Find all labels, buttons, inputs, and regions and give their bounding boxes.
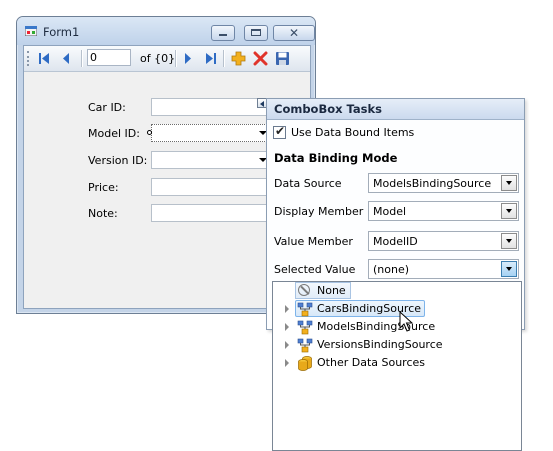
chevron-down-icon <box>506 267 512 271</box>
tree-item-models-binding-source[interactable]: ModelsBindingSource <box>273 318 519 336</box>
expand-icon[interactable] <box>285 305 289 313</box>
maximize-button[interactable] <box>244 25 268 41</box>
value-member-dropdown-button[interactable] <box>501 233 517 249</box>
data-source-dropdown-button[interactable] <box>501 175 517 191</box>
data-source-label: Data Source <box>274 177 342 190</box>
minimize-icon <box>219 34 227 36</box>
note-label: Note: <box>88 207 118 220</box>
chevron-down-icon <box>506 209 512 213</box>
tasks-header: ComboBox Tasks <box>267 99 524 120</box>
chevron-left-icon <box>260 101 264 107</box>
count-label: of {0} <box>140 52 176 65</box>
expand-icon[interactable] <box>285 359 289 367</box>
data-source-value: ModelsBindingSource <box>373 177 492 190</box>
position-input[interactable]: 0 <box>87 49 131 66</box>
move-next-icon[interactable] <box>179 50 196 67</box>
expand-icon[interactable] <box>285 323 289 331</box>
toolbar-separator <box>223 50 225 67</box>
delete-icon[interactable] <box>252 50 269 67</box>
value-member-label: Value Member <box>274 235 353 248</box>
form-titlebar[interactable]: Form1 ✕ <box>17 17 315 45</box>
display-member-combobox[interactable]: Model <box>368 201 519 221</box>
note-field[interactable] <box>151 204 271 222</box>
binding-source-icon <box>297 302 313 317</box>
form-title: Form1 <box>43 25 80 39</box>
maximize-icon <box>251 29 261 36</box>
form-app-icon <box>25 26 37 36</box>
display-member-label: Display Member <box>274 205 364 218</box>
chevron-down-icon <box>506 239 512 243</box>
tree-item-label: ModelsBindingSource <box>317 320 436 333</box>
selected-value-value: (none) <box>373 263 410 276</box>
tree-item-none[interactable]: None <box>273 282 519 300</box>
model-id-combobox[interactable] <box>151 124 271 142</box>
binding-navigator: 0 of {0} <box>24 46 310 72</box>
tree-item-label: None <box>317 284 346 297</box>
close-button[interactable]: ✕ <box>273 25 315 41</box>
use-data-bound-items-label[interactable]: Use Data Bound Items <box>291 126 414 139</box>
car-id-field[interactable] <box>151 98 271 116</box>
data-sources-icon <box>298 356 312 371</box>
tree-item-versions-binding-source[interactable]: VersionsBindingSource <box>273 336 519 354</box>
close-icon: ✕ <box>288 26 300 40</box>
data-source-combobox[interactable]: ModelsBindingSource <box>368 173 519 193</box>
move-first-icon[interactable] <box>36 50 53 67</box>
toolbar-separator <box>81 50 83 67</box>
tree-item-label: Other Data Sources <box>317 356 426 369</box>
toolbar-grip[interactable] <box>27 51 31 66</box>
value-member-value: ModelID <box>373 235 418 248</box>
display-member-value: Model <box>373 205 407 218</box>
display-member-dropdown-button[interactable] <box>501 203 517 219</box>
check-icon: ✔ <box>275 124 286 138</box>
car-id-label: Car ID: <box>88 101 126 114</box>
chevron-down-icon <box>506 181 512 185</box>
none-icon <box>298 284 310 296</box>
selected-value-label: Selected Value <box>274 263 356 276</box>
move-last-icon[interactable] <box>202 50 219 67</box>
tasks-title: ComboBox Tasks <box>274 102 383 116</box>
selected-value-dropdown-button[interactable] <box>501 261 517 277</box>
version-id-label: Version ID: <box>88 154 148 167</box>
save-icon[interactable] <box>274 50 291 67</box>
model-id-label: Model ID: <box>88 127 140 140</box>
tree-item-cars-binding-source[interactable]: CarsBindingSource <box>273 300 519 318</box>
move-previous-icon[interactable] <box>58 50 75 67</box>
selection-handle[interactable] <box>147 130 152 135</box>
add-new-icon[interactable] <box>230 50 247 67</box>
use-data-bound-items-checkbox[interactable]: ✔ <box>273 124 286 139</box>
binding-source-icon <box>297 320 313 335</box>
binding-source-icon <box>297 338 313 353</box>
version-id-combobox[interactable] <box>151 151 271 169</box>
tree-item-label: VersionsBindingSource <box>317 338 443 351</box>
tree-item-other-data-sources[interactable]: Other Data Sources <box>273 354 519 372</box>
minimize-button[interactable] <box>211 25 235 41</box>
data-source-tree-dropdown: None CarsBindingSource ModelsBindingSour… <box>272 281 522 451</box>
price-field[interactable] <box>151 178 271 196</box>
mouse-cursor-icon <box>399 311 414 332</box>
section-title: Data Binding Mode <box>274 151 398 165</box>
price-label: Price: <box>88 181 119 194</box>
selected-value-combobox[interactable]: (none) <box>368 259 519 279</box>
toolbar-separator <box>175 50 177 67</box>
expand-icon[interactable] <box>285 341 289 349</box>
value-member-combobox[interactable]: ModelID <box>368 231 519 251</box>
